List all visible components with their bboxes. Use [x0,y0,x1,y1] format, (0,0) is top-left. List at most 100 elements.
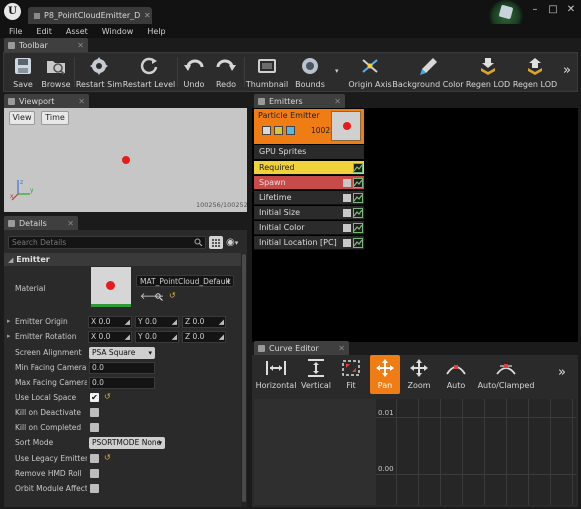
sort-mode-combo[interactable]: PSORTMODE None ▾ [89,437,165,449]
fit-button[interactable]: Fit [336,355,366,394]
module-row[interactable]: Initial Color [254,221,364,235]
min-facing-field[interactable]: 0.0 [89,362,155,374]
close-window-button[interactable]: ✕ [564,3,578,17]
origin-y-field[interactable]: Y 0.0 ◢ [135,316,179,328]
minimize-button[interactable]: – [528,3,542,17]
solo-toggle-icon[interactable] [274,126,283,135]
restart-sim-button[interactable]: Restart Sim [76,53,122,91]
material-thumbnail[interactable] [91,267,131,307]
view-button[interactable]: View [9,111,35,125]
menu-window[interactable]: Window [102,27,134,36]
menu-asset[interactable]: Asset [66,27,88,36]
curve-toolbar-overflow-button[interactable]: » [558,365,566,380]
module-enable-checkbox[interactable] [343,239,351,247]
origin-x-field[interactable]: X 0.0 ◢ [88,316,132,328]
close-tab-icon[interactable]: ✕ [77,41,84,50]
background-color-button[interactable]: Background Color [392,53,464,91]
reset-to-default-icon[interactable]: ↺ [104,392,111,401]
use-legacy-checkbox[interactable] [90,454,99,463]
expand-arrow-icon[interactable]: ▸ [7,332,11,340]
emitters-panel-tab[interactable]: Emitters ✕ [254,94,345,108]
kill-on-deactivate-checkbox[interactable] [90,408,99,417]
module-row[interactable]: Required [254,161,364,175]
module-enable-checkbox[interactable] [343,224,351,232]
details-panel-tab[interactable]: Details ✕ [4,216,78,230]
close-tab-icon[interactable]: ✕ [78,97,85,106]
unreal-logo-icon[interactable]: U [4,3,21,20]
close-tab-icon[interactable]: ✕ [334,97,341,106]
auto-button[interactable]: Auto [440,355,472,394]
rotation-x-field[interactable]: X 0.0 ◢ [88,331,132,343]
rotation-z-field[interactable]: Z 0.0 ◢ [182,331,226,343]
render-mode-icon[interactable] [286,126,295,135]
curve-graph-icon[interactable] [353,193,363,203]
property-matrix-button[interactable] [209,236,223,249]
document-tab[interactable]: P8_PointCloudEmitter_D ✕ [28,7,152,24]
regen-lod-button[interactable]: Regen LOD [466,53,510,91]
bounds-dropdown-caret-icon[interactable]: ▾ [335,67,339,75]
particle-emitter-header[interactable]: Particle Emitter 100252 [254,109,364,144]
menu-file[interactable]: File [9,27,22,36]
menu-help[interactable]: Help [147,27,165,36]
expand-arrow-icon[interactable]: ▸ [7,317,11,325]
rotation-y-field[interactable]: Y 0.0 ◢ [135,331,179,343]
maximize-button[interactable]: □ [546,3,560,17]
module-enable-checkbox[interactable] [343,194,351,202]
browse-button[interactable]: Browse [40,53,72,91]
curve-graph[interactable]: 0.01 0.00 [254,399,576,505]
close-tab-icon[interactable]: ✕ [144,11,151,20]
bounds-button[interactable]: Bounds [293,53,327,91]
toolbar-panel-tab[interactable]: Toolbar ✕ [4,38,88,52]
search-details-input[interactable]: Search Details [8,236,206,249]
pan-button[interactable]: Pan [370,355,400,394]
view-options-button[interactable]: ◉▾ [226,236,244,249]
curve-graph-icon[interactable] [353,208,363,218]
module-enable-checkbox[interactable] [343,209,351,217]
vertical-fit-button[interactable]: Vertical [300,355,332,394]
module-row[interactable]: Lifetime [254,191,364,205]
viewport-panel-tab[interactable]: Viewport ✕ [4,94,89,108]
material-combo[interactable]: MAT_PointCloud_Default ▾ [136,275,234,287]
emitter-category-header[interactable]: ◢ Emitter [4,253,242,266]
auto-clamped-button[interactable]: Auto/Clamped [478,355,534,394]
use-local-space-checkbox[interactable]: ✔ [90,393,99,402]
save-button[interactable]: Save [8,53,38,91]
curve-graph-icon[interactable] [353,163,363,173]
curve-graph-area[interactable]: 0.01 0.00 [376,399,576,505]
kill-on-completed-checkbox[interactable] [90,423,99,432]
undo-button[interactable]: Undo [180,53,208,91]
remove-hmd-roll-checkbox[interactable] [90,469,99,478]
max-facing-field[interactable]: 0.0 [89,377,155,389]
curve-graph-icon[interactable] [353,223,363,233]
screen-alignment-combo[interactable]: PSA Square ▾ [89,347,155,359]
toolbar-overflow-button[interactable]: » [563,63,571,78]
curve-graph-icon[interactable] [353,178,363,188]
time-button[interactable]: Time [41,111,69,125]
enable-toggle-icon[interactable] [262,126,271,135]
curve-graph-icon[interactable] [353,238,363,248]
zoom-button[interactable]: Zoom [404,355,434,394]
horizontal-fit-button[interactable]: Horizontal [256,355,296,394]
close-tab-icon[interactable]: ✕ [338,344,345,353]
browse-search-icon[interactable] [155,293,163,301]
details-scrollbar-thumb[interactable] [242,254,246,502]
orbit-module-checkbox[interactable] [90,484,99,493]
origin-axis-button[interactable]: Origin Axis [348,53,392,91]
module-row[interactable]: Initial Location [PC] [254,236,364,250]
module-enable-checkbox[interactable] [343,179,351,187]
curve-editor-panel-tab[interactable]: Curve Editor ✕ [254,341,349,355]
redo-button[interactable]: Redo [212,53,240,91]
menu-edit[interactable]: Edit [36,27,52,36]
module-row[interactable]: Spawn [254,176,364,190]
regen-lod-button-2[interactable]: Regen LOD [513,53,557,91]
close-tab-icon[interactable]: ✕ [67,219,74,228]
restart-level-button[interactable]: Restart Level [123,53,175,91]
module-row[interactable]: Initial Size [254,206,364,220]
reset-to-default-icon[interactable]: ↺ [169,291,176,300]
viewport[interactable]: View Time z y x 100256/100252 [4,108,248,212]
thumbnail-button[interactable]: Thumbnail [246,53,288,91]
origin-z-field[interactable]: Z 0.0 ◢ [182,316,226,328]
gpu-sprites-typedata[interactable]: GPU Sprites [254,145,364,159]
reset-to-default-icon[interactable]: ↺ [104,453,111,462]
dropdown-caret-icon: ▾ [158,439,162,447]
